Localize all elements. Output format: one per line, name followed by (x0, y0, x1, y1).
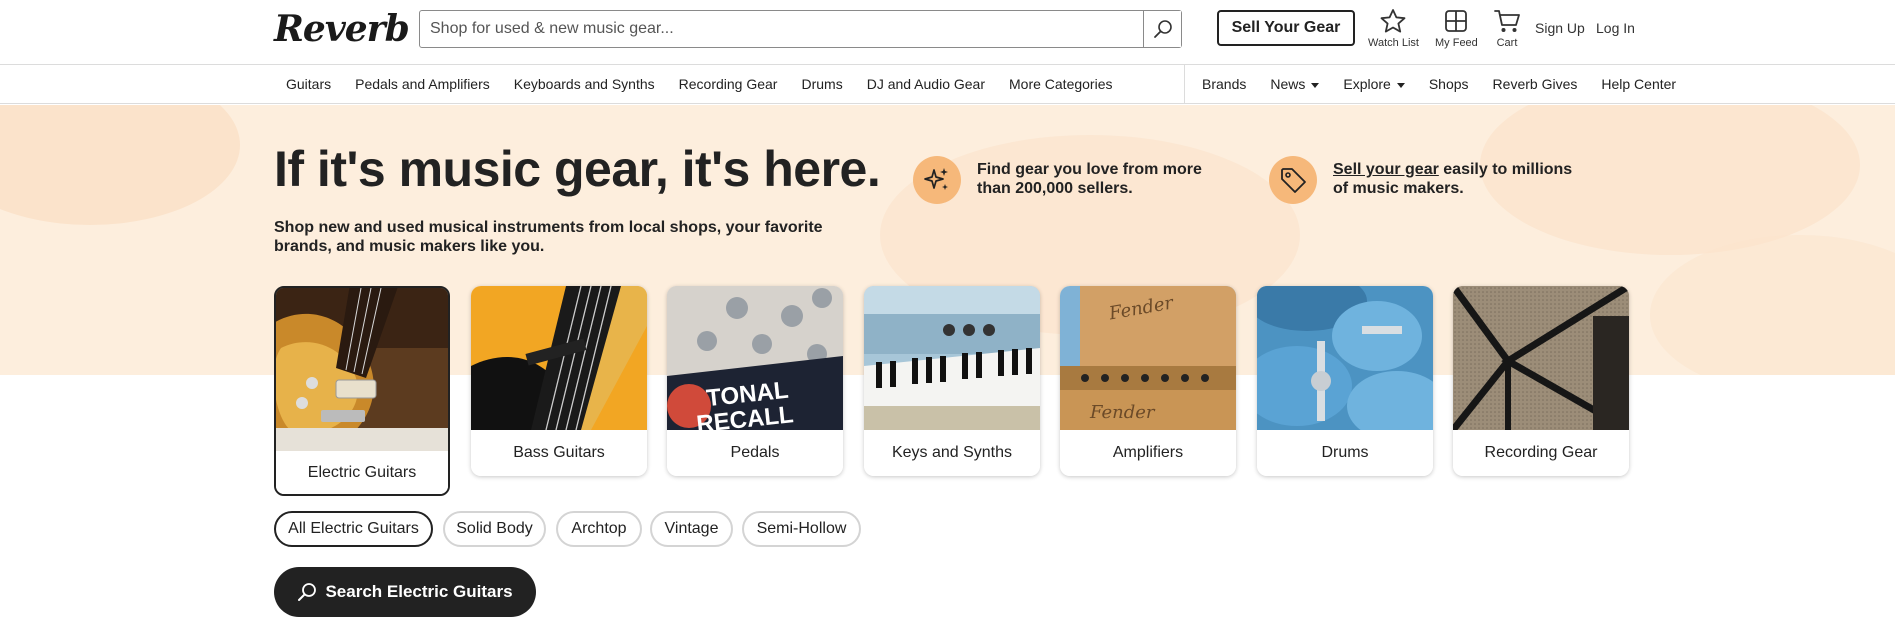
chip-solid-body[interactable]: Solid Body (443, 511, 546, 547)
category-label: Keys and Synths (864, 430, 1040, 476)
watch-list-link[interactable]: Watch List (1368, 8, 1419, 49)
category-card-pedals[interactable]: TONAL RECALL Pedals (667, 286, 843, 476)
cart-icon (1494, 10, 1520, 32)
drums-image (1257, 286, 1433, 430)
cart-label: Cart (1496, 37, 1518, 49)
search-input[interactable] (420, 11, 1144, 47)
decorative-blob (0, 105, 240, 225)
nav-item-reverb-gives[interactable]: Reverb Gives (1481, 76, 1590, 92)
nav-item-dj-audio-gear[interactable]: DJ and Audio Gear (855, 76, 997, 92)
category-label: Pedals (667, 430, 843, 476)
search-icon (298, 583, 317, 601)
amp-logo-text-bottom: Fender (1089, 402, 1156, 423)
keyboard-image (864, 286, 1040, 430)
nav-item-brands[interactable]: Brands (1190, 76, 1258, 92)
amplifier-image: Fender Fender (1060, 286, 1236, 430)
nav-item-explore[interactable]: Explore (1331, 76, 1416, 92)
search-icon (1153, 20, 1172, 38)
sign-up-link[interactable]: Sign Up (1535, 20, 1585, 36)
price-tag-icon (1269, 156, 1317, 204)
nav-item-shops[interactable]: Shops (1417, 76, 1481, 92)
sell-your-gear-link[interactable]: Sell your gear (1333, 161, 1439, 178)
hero-subtitle: Shop new and used musical instruments fr… (274, 219, 823, 255)
recording-gear-image (1453, 286, 1629, 430)
search-electric-guitars-label: Search Electric Guitars (325, 582, 513, 601)
category-card-bass-guitars[interactable]: Bass Guitars (471, 286, 647, 476)
chevron-down-icon (1311, 82, 1320, 88)
nav-item-help-center[interactable]: Help Center (1589, 76, 1688, 92)
category-nav: Guitars Pedals and Amplifiers Keyboards … (0, 65, 1895, 104)
category-card-amplifiers[interactable]: Fender Fender Amplifiers (1060, 286, 1236, 476)
nav-item-guitars[interactable]: Guitars (274, 76, 343, 92)
category-card-drums[interactable]: Drums (1257, 286, 1433, 476)
category-label: Bass Guitars (471, 430, 647, 476)
watch-list-label: Watch List (1368, 37, 1419, 49)
category-label: Electric Guitars (276, 451, 448, 494)
search-electric-guitars-button[interactable]: Search Electric Guitars (274, 567, 536, 617)
chip-vintage[interactable]: Vintage (650, 511, 733, 547)
my-feed-link[interactable]: My Feed (1435, 8, 1478, 49)
explore-label: Explore (1343, 76, 1391, 92)
feed-grid-icon (1445, 10, 1468, 32)
log-in-link[interactable]: Log In (1596, 20, 1635, 36)
feature-find-gear: Find gear you love from more than 200,00… (913, 154, 1217, 204)
feature-find-gear-text: Find gear you love from more than 200,00… (977, 161, 1202, 197)
category-card-electric-guitars[interactable]: Electric Guitars (274, 286, 450, 496)
star-icon (1381, 9, 1406, 33)
nav-item-pedals-amplifiers[interactable]: Pedals and Amplifiers (343, 76, 502, 92)
feature-sell-gear-text: Sell your gear easily to millions of mus… (1333, 160, 1573, 198)
chip-semi-hollow[interactable]: Semi-Hollow (742, 511, 861, 547)
nav-item-drums[interactable]: Drums (789, 76, 854, 92)
reverb-logo[interactable]: Reverb (274, 8, 410, 50)
chevron-down-icon (1396, 82, 1405, 88)
nav-item-news[interactable]: News (1258, 76, 1331, 92)
cart-link[interactable]: Cart (1493, 8, 1521, 49)
bass-guitar-image (471, 286, 647, 430)
search-button[interactable] (1143, 11, 1181, 47)
nav-item-keyboards-synths[interactable]: Keyboards and Synths (502, 76, 667, 92)
pedal-image: TONAL RECALL (667, 286, 843, 430)
my-feed-label: My Feed (1435, 37, 1478, 49)
sparkle-icon (913, 156, 961, 204)
decorative-blob (1650, 235, 1895, 375)
nav-item-recording-gear[interactable]: Recording Gear (667, 76, 790, 92)
nav-item-more-categories[interactable]: More Categories (997, 76, 1125, 92)
feature-sell-gear: Sell your gear easily to millions of mus… (1269, 154, 1573, 204)
search-bar (419, 10, 1182, 48)
site-header: Reverb Sell Your Gear Watch List My Feed (0, 0, 1895, 65)
hero-title: If it's music gear, it's here. (274, 141, 881, 197)
chip-archtop[interactable]: Archtop (556, 511, 642, 547)
news-label: News (1270, 76, 1306, 92)
sell-your-gear-button[interactable]: Sell Your Gear (1217, 10, 1355, 46)
electric-guitar-image (276, 288, 448, 451)
category-card-recording-gear[interactable]: Recording Gear (1453, 286, 1629, 476)
category-label: Recording Gear (1453, 430, 1629, 476)
category-label: Amplifiers (1060, 430, 1236, 476)
category-card-keys-synths[interactable]: Keys and Synths (864, 286, 1040, 476)
chip-all-electric-guitars[interactable]: All Electric Guitars (274, 511, 433, 547)
category-label: Drums (1257, 430, 1433, 476)
